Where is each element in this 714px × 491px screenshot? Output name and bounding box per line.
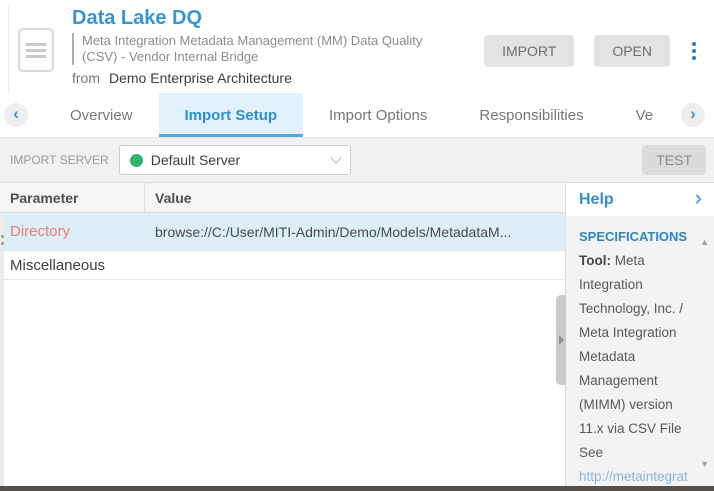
from-label: from: [72, 70, 100, 86]
table-row[interactable]: Directory browse://C:/User/MITI-Admin/De…: [0, 213, 565, 251]
splitter-grip-icon: [0, 235, 4, 245]
left-splitter[interactable]: [0, 213, 4, 486]
tool-specification: Tool: Meta Integration Technology, Inc. …: [579, 249, 688, 441]
tab-responsibilities[interactable]: Responsibilities: [453, 93, 609, 137]
tabs-scroll-left-icon[interactable]: ‹: [4, 103, 28, 127]
tab-import-setup[interactable]: Import Setup: [159, 93, 304, 137]
specifications-heading: SPECIFICATIONS: [579, 225, 688, 249]
help-header: Help ›: [566, 183, 714, 216]
header: Data Lake DQ Meta Integration Metadata M…: [0, 0, 714, 93]
tool-label: Tool:: [579, 253, 611, 268]
tabs: Overview Import Setup Import Options Res…: [44, 93, 714, 137]
help-panel: Help › SPECIFICATIONS Tool: Meta Integra…: [565, 183, 714, 486]
window-bottom-edge: [0, 486, 714, 491]
open-button[interactable]: OPEN: [594, 35, 670, 67]
tab-import-options[interactable]: Import Options: [303, 93, 453, 137]
bridge-subtitle: Meta Integration Metadata Management (MM…: [72, 33, 444, 65]
server-status-icon: [130, 154, 143, 167]
see-label: See: [579, 441, 688, 465]
table-row[interactable]: Miscellaneous: [0, 251, 565, 280]
tab-bar: ‹ Overview Import Setup Import Options R…: [0, 93, 714, 138]
parameter-name: Directory: [0, 223, 145, 240]
chevron-right-icon: [559, 335, 564, 345]
help-content: SPECIFICATIONS Tool: Meta Integration Te…: [566, 216, 714, 486]
from-line: from Demo Enterprise Architecture: [72, 70, 714, 86]
import-server-select[interactable]: Default Server: [119, 145, 351, 175]
source-model-link[interactable]: Demo Enterprise Architecture: [109, 70, 292, 86]
parameter-value[interactable]: browse://C:/User/MITI-Admin/Demo/Models/…: [145, 224, 565, 240]
scroll-up-icon[interactable]: ▲: [700, 230, 709, 254]
help-title: Help: [579, 191, 614, 209]
app-window: Data Lake DQ Meta Integration Metadata M…: [0, 0, 714, 491]
help-panel-collapse-handle[interactable]: [556, 295, 566, 385]
model-document-icon: [18, 28, 54, 72]
column-header-value[interactable]: Value: [145, 190, 565, 206]
documentation-link[interactable]: http://metaintegration.com/Products/MIMB…: [579, 465, 688, 486]
main-area: Parameter Value Directory browse://C:/Us…: [0, 183, 714, 486]
parameter-name: Miscellaneous: [0, 257, 145, 274]
parameters-table: Parameter Value Directory browse://C:/Us…: [0, 183, 565, 486]
tool-text: Meta Integration Technology, Inc. / Meta…: [579, 253, 683, 436]
help-expand-icon[interactable]: ›: [695, 187, 702, 213]
scroll-down-icon[interactable]: ▼: [700, 452, 709, 476]
kebab-menu-icon[interactable]: [690, 40, 698, 62]
table-header-row: Parameter Value: [0, 183, 565, 213]
import-button[interactable]: IMPORT: [484, 35, 574, 67]
tab-version[interactable]: Ve: [610, 93, 680, 137]
chevron-down-icon: [330, 152, 341, 163]
import-server-toolbar: IMPORT SERVER Default Server TEST: [0, 138, 714, 183]
page-title: Data Lake DQ: [72, 7, 714, 30]
tabs-scroll-right-icon[interactable]: ›: [681, 103, 705, 127]
import-server-label: IMPORT SERVER: [10, 153, 109, 167]
tab-overview[interactable]: Overview: [44, 93, 159, 137]
column-header-parameter[interactable]: Parameter: [0, 183, 145, 212]
server-select-value: Default Server: [151, 152, 324, 168]
test-button[interactable]: TEST: [642, 145, 706, 175]
header-buttons: IMPORT OPEN: [484, 35, 698, 67]
